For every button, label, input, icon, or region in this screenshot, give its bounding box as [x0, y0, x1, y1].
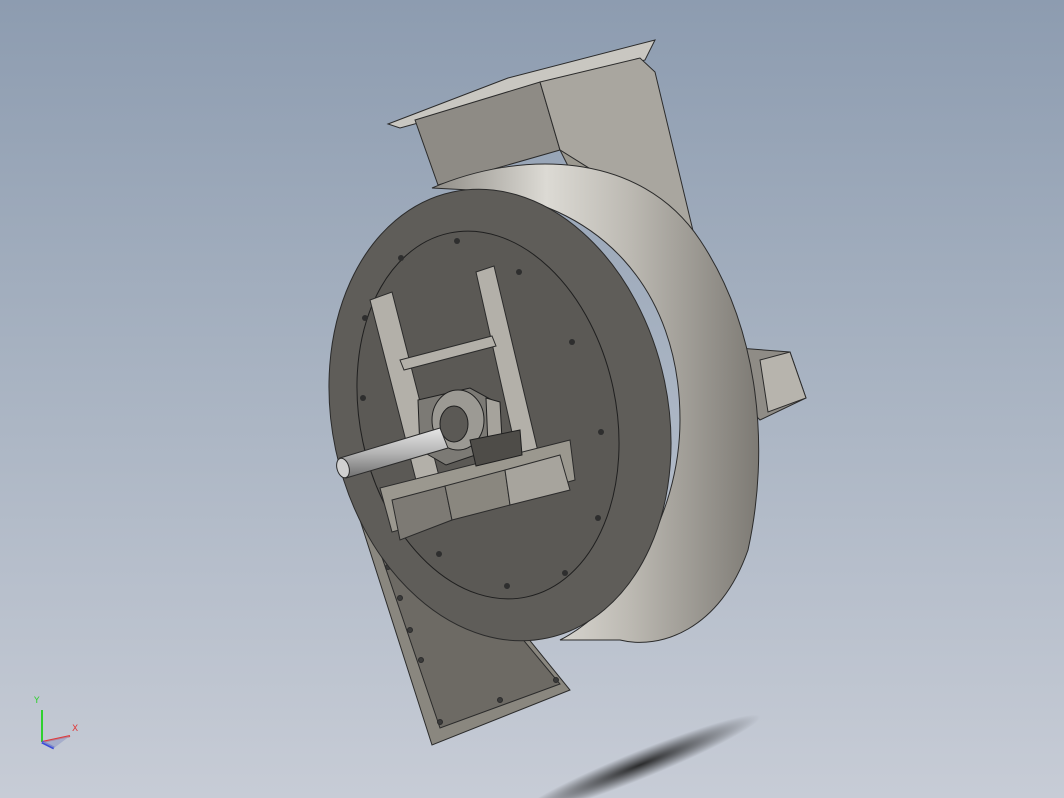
model-shadow [519, 714, 761, 798]
view-triad[interactable]: Y X Z [20, 690, 100, 760]
triad-y-label: Y [34, 696, 40, 706]
fan-model[interactable] [0, 0, 1064, 798]
triad-axes-icon [41, 710, 71, 750]
graphics-viewport[interactable]: Y X Z [0, 0, 1064, 798]
triad-x-label: X [72, 724, 79, 734]
